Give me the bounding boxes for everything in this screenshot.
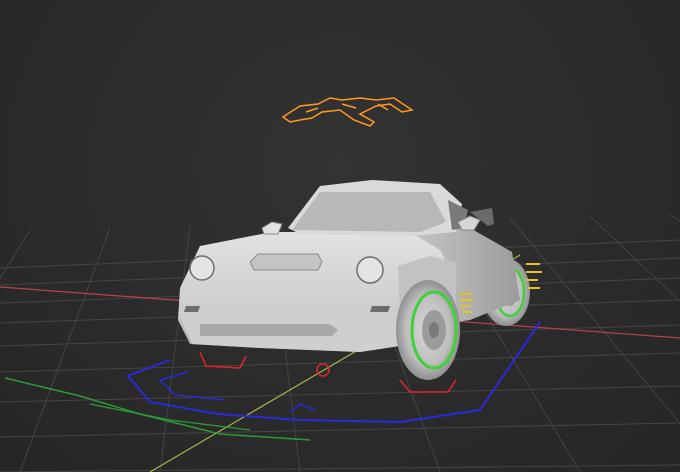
- rig-green-inner: [89, 403, 251, 431]
- headlight-left: [189, 255, 215, 281]
- rig-red-right: [399, 379, 457, 393]
- rig-small-blue: [289, 403, 316, 413]
- headlight-right: [356, 256, 384, 284]
- 3d-viewport[interactable]: [0, 0, 680, 472]
- car-model[interactable]: [178, 180, 520, 352]
- front-wheel[interactable]: [396, 280, 460, 380]
- viewport-scene: [0, 97, 680, 472]
- selected-object-outline[interactable]: [281, 97, 414, 127]
